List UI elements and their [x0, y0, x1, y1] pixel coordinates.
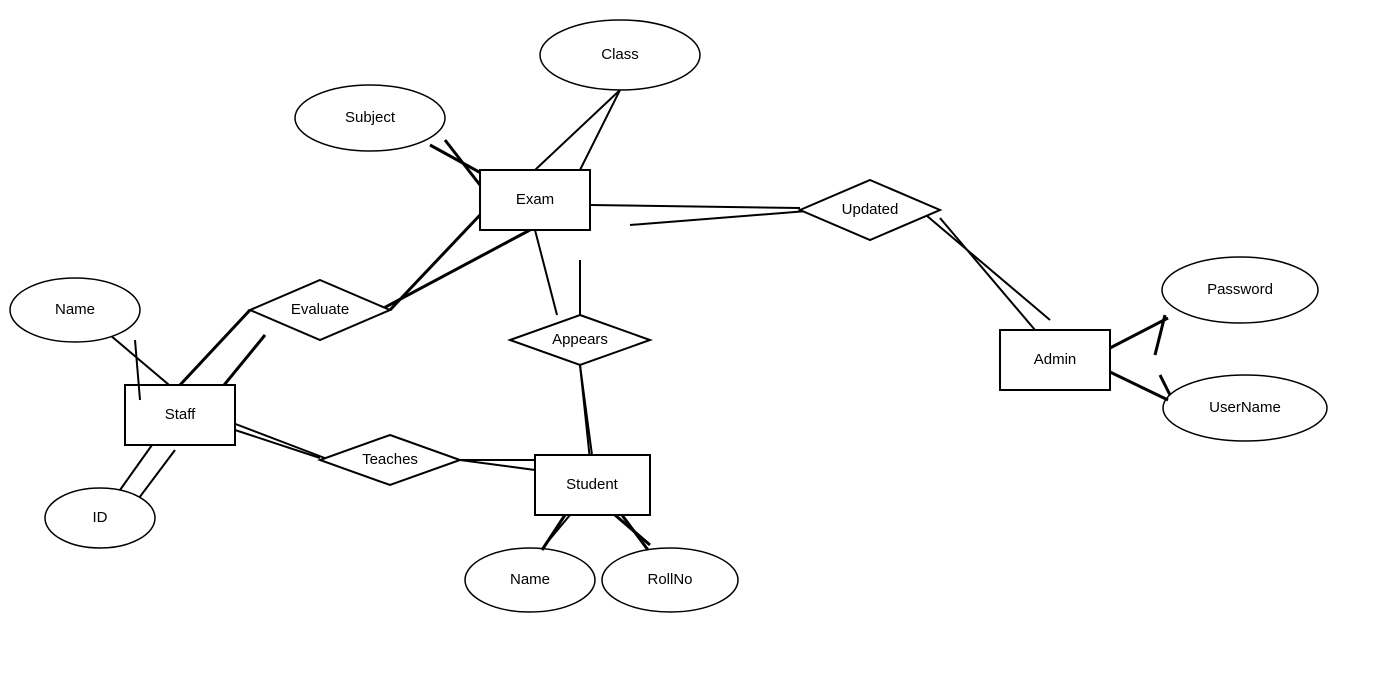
relationship-updated-label: Updated — [842, 201, 899, 218]
conn-updated-admin — [940, 218, 1035, 330]
conn-teaches-student — [460, 460, 535, 470]
entity-staff-label: Staff — [165, 406, 196, 423]
conn-class-exam — [535, 90, 620, 170]
line-staff-name — [110, 335, 175, 390]
attribute-staff-name-label: Name — [55, 301, 95, 318]
line-admin-username — [1160, 375, 1170, 395]
conn-student-rollno — [622, 515, 648, 550]
conn-student-name — [542, 515, 565, 550]
relationship-appears-label: Appears — [552, 331, 608, 348]
conn-staff-teaches — [235, 430, 320, 458]
entity-student-label: Student — [566, 476, 619, 493]
line-evaluate-staff — [220, 335, 265, 390]
conn-subject-exam — [445, 140, 480, 185]
line-exam-updated — [630, 210, 820, 225]
attribute-student-name-label: Name — [510, 571, 550, 588]
relationship-evaluate-label: Evaluate — [291, 301, 349, 318]
attribute-admin-username-label: UserName — [1209, 399, 1281, 416]
line-class-exam — [580, 90, 620, 170]
er-diagram: Exam Staff Student Admin Evaluate Appear… — [0, 0, 1392, 668]
attribute-subject-label: Subject — [345, 109, 396, 126]
conn-appears-student — [580, 365, 592, 455]
entity-admin-label: Admin — [1034, 351, 1077, 368]
attribute-student-rollno-label: RollNo — [647, 571, 692, 588]
conn-evaluate-staff — [180, 310, 250, 385]
conn-exam-updated — [590, 205, 800, 208]
line-updated-admin — [920, 210, 1050, 320]
entity-exam-label: Exam — [516, 191, 554, 208]
conn-staff-id — [120, 445, 152, 490]
attribute-admin-password-label: Password — [1207, 281, 1273, 298]
conn-exam-appears — [535, 230, 557, 315]
attribute-class-label: Class — [601, 46, 639, 63]
relationship-teaches-label: Teaches — [362, 451, 418, 468]
line-staff-teaches — [225, 420, 330, 460]
attribute-staff-id-label: ID — [93, 509, 108, 526]
